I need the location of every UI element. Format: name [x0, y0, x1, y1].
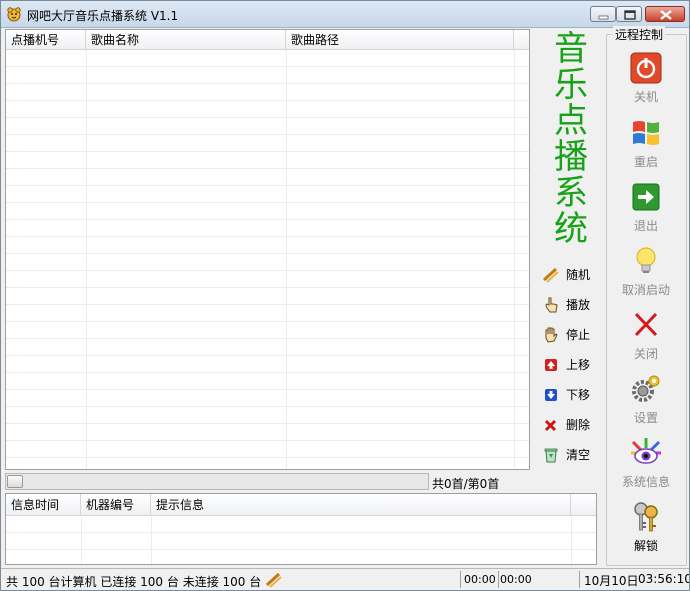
eye-info-icon	[631, 438, 661, 464]
title-char: 音	[554, 29, 588, 69]
gears-icon	[632, 375, 660, 402]
settings-label: 设置	[633, 411, 658, 425]
status-date: 10月10日	[584, 574, 639, 588]
column-header-song-path[interactable]: 歌曲路径	[286, 30, 514, 50]
minimize-icon	[598, 15, 609, 20]
close-window-button[interactable]	[645, 6, 685, 22]
column-header-machine-id[interactable]: 机器编号	[81, 494, 151, 516]
status-clock: 03:56:10	[638, 572, 690, 586]
column-header-message[interactable]: 提示信息	[151, 494, 571, 516]
lightbulb-icon	[636, 247, 656, 273]
close-x-icon	[634, 312, 658, 337]
info-table-header: 信息时间 机器编号 提示信息	[6, 494, 596, 516]
remote-control-title: 远程控制	[613, 26, 666, 43]
column-divider	[514, 50, 515, 469]
song-table-header: 点播机号 歌曲名称 歌曲路径	[6, 30, 529, 50]
restart-button[interactable]: 重启	[612, 116, 680, 176]
column-header-song-name[interactable]: 歌曲名称	[86, 30, 286, 50]
column-divider	[571, 516, 572, 564]
recycle-bin-icon	[544, 448, 558, 463]
play-label: 播放	[566, 298, 591, 312]
random-button[interactable]: 随机	[542, 263, 600, 285]
close-client-button[interactable]: 关闭	[612, 308, 680, 368]
keys-icon	[634, 502, 658, 532]
shutdown-button[interactable]: 关机	[612, 51, 680, 111]
random-label: 随机	[566, 268, 591, 282]
system-title: 音 乐 点 播 系 统	[542, 31, 600, 247]
title-bar[interactable]: 网吧大厅音乐点播系统 V1.1	[1, 1, 689, 28]
delete-label: 删除	[566, 418, 591, 432]
close-client-label: 关闭	[633, 347, 658, 361]
logout-label: 退出	[633, 219, 658, 233]
cancel-start-label: 取消启动	[621, 283, 670, 297]
move-down-button[interactable]: 下移	[542, 383, 600, 405]
close-icon	[660, 10, 672, 20]
exit-arrow-icon	[632, 183, 660, 211]
play-button[interactable]: 播放	[542, 293, 600, 315]
arrow-down-icon	[545, 389, 557, 401]
unlock-label: 解锁	[633, 539, 658, 553]
window-title: 网吧大厅音乐点播系统 V1.1	[27, 9, 179, 23]
column-divider	[286, 50, 287, 469]
app-logo-icon	[7, 7, 21, 22]
title-char: 统	[554, 209, 588, 249]
logout-button[interactable]: 退出	[612, 180, 680, 240]
delete-button[interactable]: 删除	[542, 413, 600, 435]
move-up-button[interactable]: 上移	[542, 353, 600, 375]
scrollbar-thumb[interactable]	[7, 475, 23, 488]
restart-label: 重启	[633, 155, 658, 169]
shuffle-icon	[542, 267, 559, 283]
arrow-up-icon	[545, 359, 557, 371]
clear-button[interactable]: 清空	[542, 443, 600, 465]
settings-button[interactable]: 设置	[612, 372, 680, 432]
song-rows[interactable]	[6, 50, 529, 469]
status-bar: 共 100 台计算机 已连接 100 台 未连接 100 台 00:00 00:…	[1, 568, 689, 590]
info-rows[interactable]	[6, 516, 596, 564]
title-char: 点	[554, 101, 588, 141]
stop-label: 停止	[566, 328, 591, 342]
status-divider	[498, 571, 499, 588]
move-down-label: 下移	[566, 388, 591, 402]
hand-pointer-icon	[545, 297, 558, 313]
system-info-label: 系统信息	[621, 475, 670, 489]
delete-x-icon	[544, 419, 557, 432]
song-list-table[interactable]: 点播机号 歌曲名称 歌曲路径	[5, 29, 530, 470]
play-time-elapsed: 00:00	[464, 573, 496, 586]
power-icon	[630, 52, 662, 84]
title-char: 乐	[554, 65, 588, 105]
title-char: 播	[554, 137, 588, 177]
play-time-total: 00:00	[500, 573, 532, 586]
app-window: 网吧大厅音乐点播系统 V1.1 点播机号 歌曲名称 歌曲路径 音 乐 点 播 系…	[0, 0, 690, 591]
column-header-machine-no[interactable]: 点播机号	[6, 30, 86, 50]
column-divider	[151, 516, 152, 564]
song-count: 共0首/第0首	[432, 477, 500, 491]
column-header-info-time[interactable]: 信息时间	[6, 494, 81, 516]
maximize-button[interactable]	[616, 6, 642, 22]
move-up-label: 上移	[566, 358, 591, 372]
system-info-button[interactable]: 系统信息	[612, 436, 680, 496]
status-divider	[579, 571, 580, 588]
connection-summary: 共 100 台计算机 已连接 100 台 未连接 100 台	[6, 575, 262, 589]
shutdown-label: 关机	[633, 90, 658, 104]
cancel-start-button[interactable]: 取消启动	[612, 244, 680, 304]
hand-stop-icon	[545, 327, 558, 343]
status-divider	[460, 571, 461, 588]
windows-logo-icon	[633, 121, 659, 145]
maximize-icon	[624, 10, 636, 20]
message-log-table[interactable]: 信息时间 机器编号 提示信息	[5, 493, 597, 565]
column-divider	[81, 516, 82, 564]
horizontal-scrollbar[interactable]	[5, 473, 429, 490]
title-char: 系	[554, 173, 588, 213]
unlock-button[interactable]: 解锁	[612, 500, 680, 560]
connection-status-icon	[265, 572, 282, 588]
column-divider	[86, 50, 87, 469]
stop-button[interactable]: 停止	[542, 323, 600, 345]
clear-label: 清空	[566, 448, 591, 462]
minimize-button[interactable]	[590, 6, 616, 22]
